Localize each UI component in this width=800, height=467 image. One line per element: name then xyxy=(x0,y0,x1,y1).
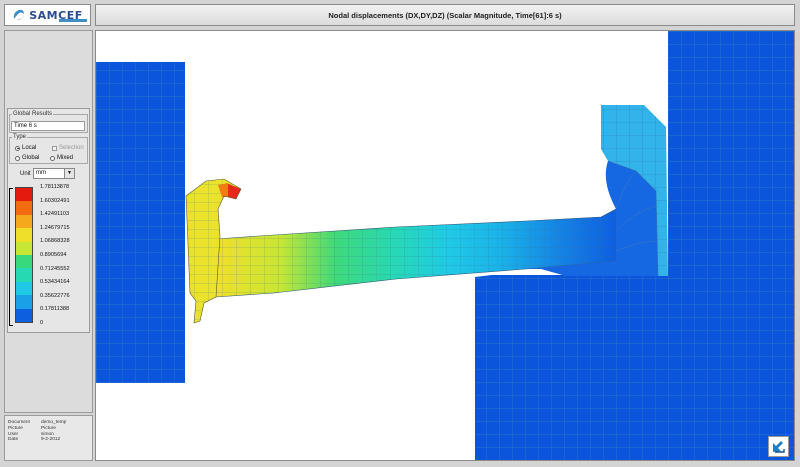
info-value: 9-2-2012 xyxy=(41,437,61,443)
orientation-icon[interactable] xyxy=(768,436,789,457)
checkbox-selection[interactable]: Selection xyxy=(52,145,84,151)
radio-global-dot[interactable] xyxy=(15,155,20,161)
info-row: Date 9-2-2012 xyxy=(8,437,60,443)
type-label: Type xyxy=(12,134,28,140)
scale-label: 0 xyxy=(40,320,44,326)
info-key: Date xyxy=(8,437,19,443)
info-value: Picture xyxy=(41,425,56,431)
scale-swatch xyxy=(16,268,32,282)
info-row: Document demo_temp xyxy=(8,420,66,425)
info-key: Picture xyxy=(8,425,23,431)
samcef-logo-icon xyxy=(14,9,25,20)
scale-label: 0.71245552 xyxy=(40,265,70,272)
left-block xyxy=(96,62,185,383)
logo-underline xyxy=(59,19,87,22)
scale-swatch xyxy=(16,241,32,255)
scale-swatch xyxy=(16,254,32,269)
chevron-down-icon[interactable]: ▼ xyxy=(64,169,74,178)
scale-swatch xyxy=(16,281,32,296)
radio-global-label: Global xyxy=(22,155,40,161)
selection-checkbox[interactable] xyxy=(52,145,57,151)
info-row: User simon xyxy=(8,431,54,437)
unit-value: mm xyxy=(36,170,46,176)
radio-global[interactable]: Global xyxy=(15,155,39,161)
axis-triad-icon xyxy=(773,441,785,453)
right-bottom-block xyxy=(475,275,794,460)
color-scale-labels: 1.78113878 1.60302491 1.42491103 1.24679715… xyxy=(40,184,90,334)
radio-mixed[interactable]: Mixed xyxy=(50,155,73,161)
scale-bracket xyxy=(9,188,13,326)
info-value: demo_temp xyxy=(41,420,67,425)
document-info-panel: Document demo_temp Picture Picture User simon… xyxy=(4,415,93,461)
model-viewport[interactable] xyxy=(95,30,795,461)
radio-mixed-dot[interactable] xyxy=(50,155,55,161)
scale-label: 1.06868328 xyxy=(40,238,70,245)
time-label: Time xyxy=(14,123,28,129)
radio-local[interactable]: Local xyxy=(15,145,36,151)
scale-swatch xyxy=(16,214,32,229)
scale-label: 1.78113878 xyxy=(40,184,70,190)
scale-label: 0.53434164 xyxy=(40,279,70,286)
right-top-block xyxy=(668,31,794,276)
view-title-bar: Nodal displacements (DX,DY,DZ) (Scalar M… xyxy=(95,4,795,26)
scale-label: 0.17811388 xyxy=(40,306,70,313)
info-row: Picture Picture xyxy=(8,425,56,431)
radio-mixed-label: Mixed xyxy=(57,155,74,161)
radio-local-dot[interactable] xyxy=(15,145,20,151)
color-scale xyxy=(15,187,33,323)
scale-label: 0.35622776 xyxy=(40,292,70,299)
scale-swatch xyxy=(16,295,32,309)
samcef-logo: SAMCEF xyxy=(4,4,91,26)
scale-label: 1.24679715 xyxy=(40,224,70,231)
scale-label: 0.8905694 xyxy=(40,252,67,258)
info-key: Document xyxy=(8,420,30,425)
scale-label: 1.42491103 xyxy=(40,211,70,218)
info-value: simon xyxy=(41,431,54,437)
unit-label: Unit xyxy=(20,171,31,177)
fem-model[interactable] xyxy=(96,31,795,461)
scale-swatch xyxy=(16,188,32,202)
scale-swatch xyxy=(16,308,32,322)
view-title: Nodal displacements (DX,DY,DZ) (Scalar M… xyxy=(328,10,562,20)
scale-label: 1.60302491 xyxy=(40,197,70,204)
radio-local-label: Local xyxy=(22,145,37,151)
time-field[interactable]: Time 6 s xyxy=(11,121,85,131)
global-results-label: Global Results xyxy=(12,111,54,117)
time-value: 6 s xyxy=(28,123,37,129)
selection-label: Selection xyxy=(59,145,84,151)
info-key: User xyxy=(8,431,19,437)
scale-swatch xyxy=(16,228,32,242)
scale-swatch xyxy=(16,201,32,215)
unit-select[interactable]: mm ▼ xyxy=(33,168,75,179)
